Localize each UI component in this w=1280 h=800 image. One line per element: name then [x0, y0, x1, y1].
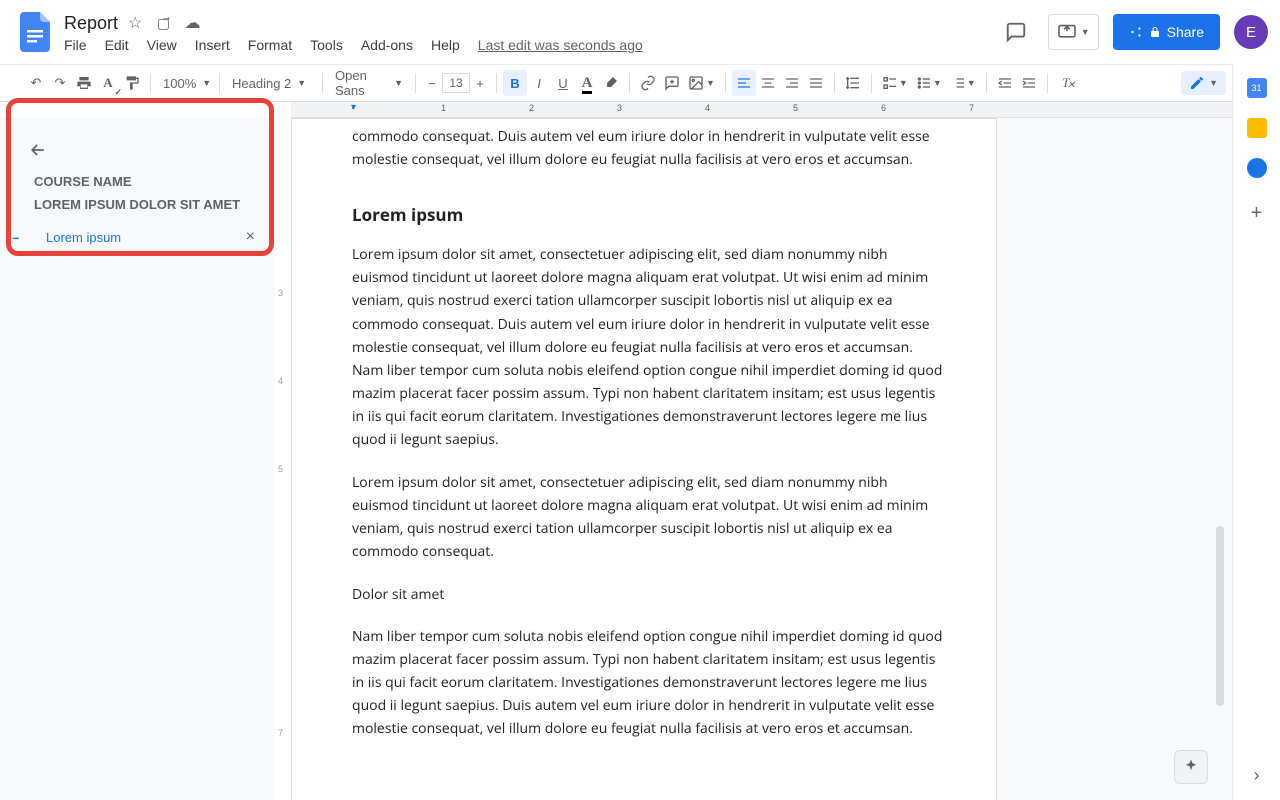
- clear-formatting-button[interactable]: T✕: [1054, 70, 1078, 96]
- paint-format-button[interactable]: [120, 70, 144, 96]
- menu-format[interactable]: Format: [248, 37, 292, 53]
- paragraph-style-select[interactable]: Heading 2▼: [226, 76, 316, 91]
- last-edit-link[interactable]: Last edit was seconds ago: [478, 37, 643, 53]
- outline-heading-1[interactable]: COURSE NAME: [0, 168, 275, 193]
- font-size-decrease[interactable]: −: [422, 73, 442, 93]
- menu-tools[interactable]: Tools: [310, 37, 343, 53]
- outline-heading-1b[interactable]: LOREM IPSUM DOLOR SIT AMET: [0, 193, 275, 222]
- menu-insert[interactable]: Insert: [195, 37, 230, 53]
- numbered-list-button[interactable]: ▼: [946, 70, 980, 96]
- outline-marker-icon: –: [12, 230, 24, 245]
- font-size-increase[interactable]: +: [470, 73, 490, 93]
- menu-bar: File Edit View Insert Format Tools Add-o…: [64, 37, 643, 53]
- cloud-icon[interactable]: ☁: [185, 15, 201, 32]
- side-panel: + ›: [1232, 64, 1280, 800]
- insert-comment-button[interactable]: [660, 70, 684, 96]
- paragraph[interactable]: Lorem ipsum dolor sit amet, consectetuer…: [352, 471, 944, 563]
- hide-sidepanel-button[interactable]: ›: [1254, 765, 1260, 786]
- paragraph[interactable]: Lorem ipsum dolor sit amet, consectetuer…: [352, 243, 944, 451]
- docs-logo[interactable]: [16, 12, 56, 52]
- font-size-value[interactable]: 13: [442, 73, 470, 93]
- scrollbar-thumb[interactable]: [1216, 526, 1224, 706]
- indent-decrease-button[interactable]: [993, 70, 1017, 96]
- print-button[interactable]: [72, 70, 96, 96]
- underline-button[interactable]: U: [551, 70, 575, 96]
- bold-button[interactable]: B: [503, 70, 527, 96]
- outline-back-button[interactable]: [0, 118, 275, 168]
- star-icon[interactable]: ☆: [128, 15, 142, 32]
- insert-image-button[interactable]: ▼: [684, 70, 719, 96]
- comments-icon[interactable]: [998, 14, 1034, 50]
- document-viewport[interactable]: commodo consequat. Duis autem vel eum ir…: [291, 118, 1232, 800]
- explore-button[interactable]: [1174, 750, 1208, 784]
- menu-help[interactable]: Help: [431, 37, 460, 53]
- keep-icon[interactable]: [1247, 118, 1267, 138]
- toolbar: ↶ ↷ A✓ 100%▼ Heading 2▼ Open Sans▼ − 13 …: [0, 64, 1280, 102]
- present-button[interactable]: ▼: [1048, 14, 1099, 50]
- align-left-button[interactable]: [732, 70, 756, 96]
- outline-item-remove[interactable]: ×: [246, 228, 255, 246]
- tasks-icon[interactable]: [1247, 158, 1267, 178]
- highlight-button[interactable]: [599, 70, 623, 96]
- subheading[interactable]: Dolor sit amet: [352, 583, 944, 606]
- menu-addons[interactable]: Add-ons: [361, 37, 413, 53]
- font-size-control: − 13 +: [422, 73, 490, 93]
- heading-2[interactable]: Lorem ipsum: [352, 201, 944, 229]
- undo-button[interactable]: ↶: [24, 70, 48, 96]
- paragraph[interactable]: commodo consequat. Duis autem vel eum ir…: [352, 119, 944, 171]
- align-center-button[interactable]: [756, 70, 780, 96]
- move-icon[interactable]: ▢⃗: [157, 15, 170, 31]
- line-spacing-button[interactable]: [841, 70, 865, 96]
- align-right-button[interactable]: [780, 70, 804, 96]
- indent-increase-button[interactable]: [1017, 70, 1041, 96]
- calendar-icon[interactable]: [1247, 78, 1267, 98]
- checklist-button[interactable]: ▼: [878, 70, 912, 96]
- menu-file[interactable]: File: [64, 37, 87, 53]
- insert-link-button[interactable]: [636, 70, 660, 96]
- text-color-button[interactable]: A: [575, 70, 599, 96]
- document-page[interactable]: commodo consequat. Duis autem vel eum ir…: [291, 118, 997, 800]
- outline-item-active[interactable]: – Lorem ipsum ×: [0, 222, 275, 252]
- vertical-ruler[interactable]: 3 4 5 7: [275, 118, 291, 800]
- bulleted-list-button[interactable]: ▼: [912, 70, 946, 96]
- avatar[interactable]: E: [1234, 15, 1268, 49]
- outline-item-label: Lorem ipsum: [46, 230, 121, 245]
- italic-button[interactable]: I: [527, 70, 551, 96]
- outline-panel: COURSE NAME LOREM IPSUM DOLOR SIT AMET –…: [0, 118, 275, 800]
- titlebar: Report ☆ ▢⃗ ☁ File Edit View Insert Form…: [0, 0, 1280, 64]
- add-addon-button[interactable]: +: [1251, 202, 1263, 225]
- redo-button[interactable]: ↷: [48, 70, 72, 96]
- horizontal-ruler[interactable]: ▾ · 1 2 3 4 5 6 7: [291, 102, 1232, 118]
- font-select[interactable]: Open Sans▼: [329, 68, 409, 98]
- menu-edit[interactable]: Edit: [105, 37, 129, 53]
- doc-title[interactable]: Report: [64, 13, 118, 34]
- share-label: Share: [1167, 24, 1204, 40]
- zoom-select[interactable]: 100%▼: [157, 76, 213, 91]
- share-button[interactable]: Share: [1113, 14, 1220, 50]
- spellcheck-button[interactable]: A✓: [96, 70, 120, 96]
- paragraph[interactable]: Nam liber tempor cum soluta nobis eleife…: [352, 625, 944, 740]
- editing-mode-button[interactable]: ▼: [1181, 71, 1226, 95]
- menu-view[interactable]: View: [147, 37, 177, 53]
- align-justify-button[interactable]: [804, 70, 828, 96]
- scrollbar[interactable]: [1216, 126, 1226, 792]
